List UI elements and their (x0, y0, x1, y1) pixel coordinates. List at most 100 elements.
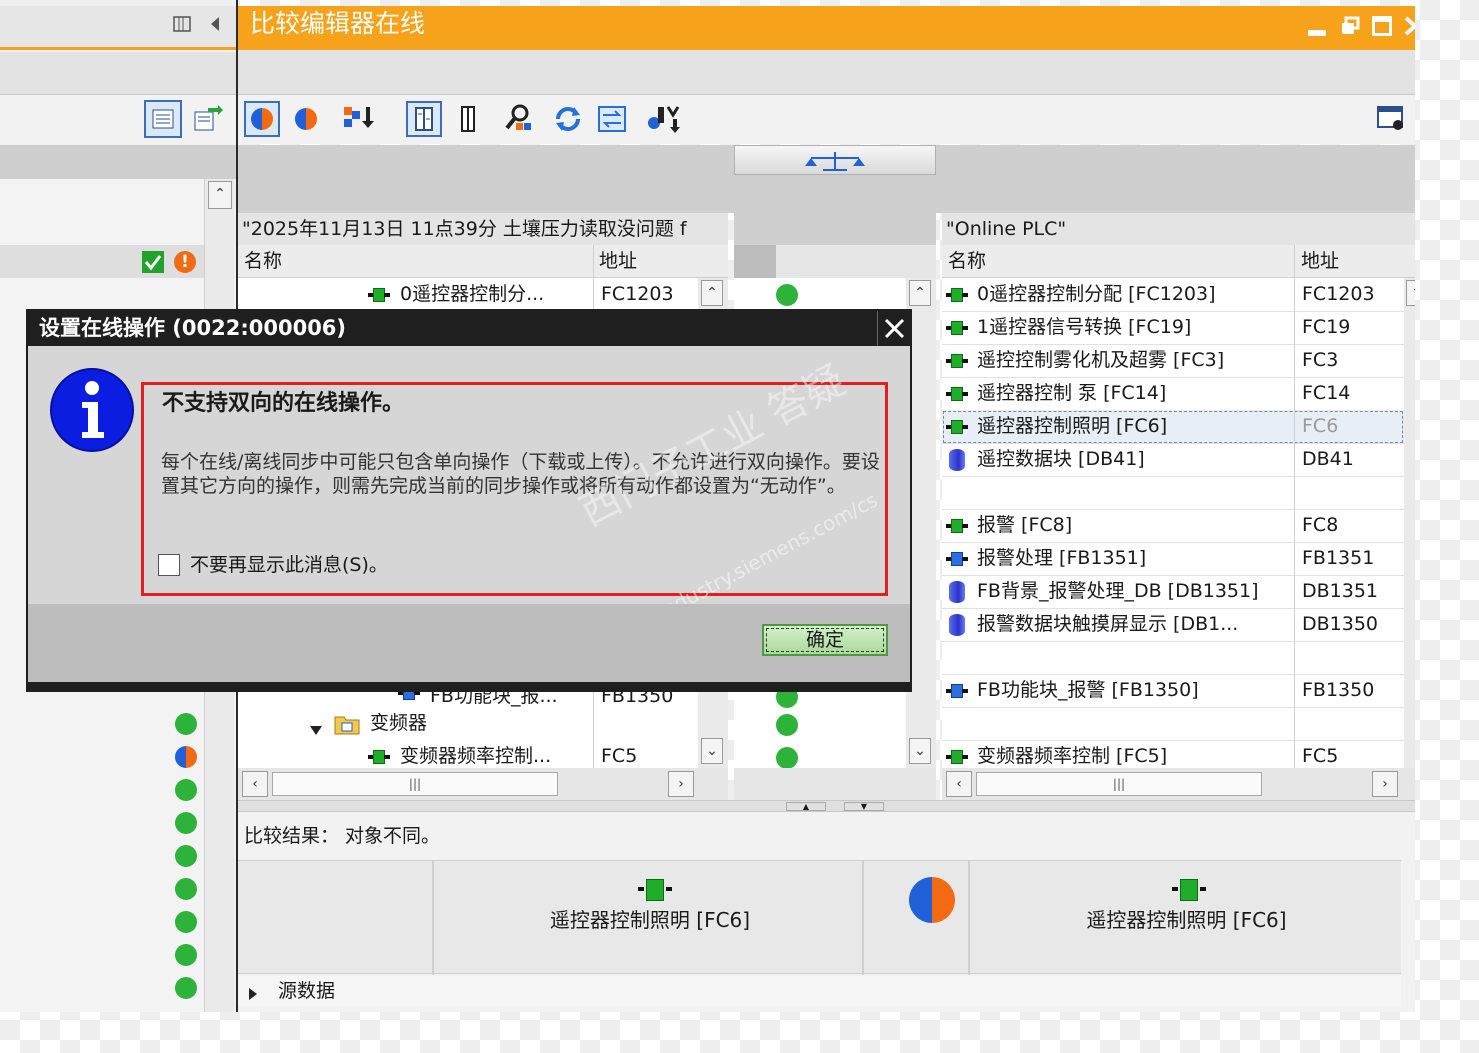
folder-name: 变频器 (370, 712, 428, 734)
close-icon[interactable] (878, 311, 911, 346)
show-different-toggle-icon[interactable] (244, 101, 280, 137)
status-same-icon (776, 747, 798, 769)
scroll-up-button[interactable]: ⌃ (701, 280, 723, 306)
offline-horizontal-scrollbar[interactable]: ‹ ||| › (238, 768, 728, 800)
online-row[interactable] (942, 707, 1404, 741)
online-row[interactable] (942, 476, 1404, 510)
fc-block-icon (946, 387, 968, 401)
column-header-address[interactable]: 地址 (1294, 245, 1404, 278)
result-cell-empty (238, 861, 434, 975)
restore-icon[interactable] (1340, 16, 1360, 36)
result-right-object[interactable]: 遥控器控制照明 [FC6] (972, 861, 1401, 975)
expand-arrow-icon[interactable] (310, 719, 322, 735)
offline-row[interactable]: 0遥控器控制分... FC1203 (238, 278, 698, 311)
scroll-right-button[interactable]: › (1372, 771, 1398, 797)
expand-right-icon[interactable] (248, 984, 258, 1000)
scroll-right-button[interactable]: › (668, 771, 694, 797)
online-row[interactable]: 报警处理 [FB1351] FB1351 (942, 542, 1404, 576)
row-name: 遥控器控制 泵 [FC14] (977, 382, 1167, 404)
row-address: DB1350 (1294, 608, 1412, 641)
row-address: FC14 (1294, 377, 1412, 410)
online-row[interactable]: 遥控数据块 [DB41] DB41 (942, 443, 1404, 477)
column-header-name[interactable]: 名称 (948, 245, 986, 278)
layout-toggle-icon[interactable] (172, 14, 192, 34)
scroll-down-button[interactable]: ⌄ (909, 738, 931, 764)
minimize-icon[interactable] (1308, 30, 1326, 36)
status-same-icon (175, 845, 197, 867)
online-row[interactable] (942, 641, 1404, 675)
dont-show-label: 不要再显示此消息(S)。 (190, 554, 388, 576)
status-same-icon (175, 911, 197, 933)
fc-block-icon (946, 288, 968, 302)
row-address: DB1351 (1294, 575, 1412, 608)
status-warning-icon: ! (174, 251, 196, 273)
splitter-up-button[interactable]: ▲ (786, 802, 826, 811)
scroll-left-button[interactable]: ‹ (946, 771, 972, 797)
column-view-icon[interactable] (450, 101, 486, 137)
splitter-down-button[interactable]: ▼ (844, 802, 884, 811)
dont-show-checkbox[interactable] (158, 554, 180, 576)
online-row[interactable]: 遥控控制雾化机及超雾 [FC3] FC3 (942, 344, 1404, 378)
scroll-thumb[interactable]: ||| (272, 772, 558, 796)
db-block-icon (949, 449, 965, 471)
column-header-address[interactable]: 地址 (593, 245, 698, 278)
scroll-up-button[interactable]: ⌃ (208, 181, 232, 209)
online-horizontal-scrollbar[interactable]: ‹ ||| › (942, 768, 1415, 800)
editor-title-bar: 比较编辑器在线 (238, 6, 1415, 50)
row-address: FB1351 (1294, 542, 1412, 575)
status-same-icon (175, 713, 197, 735)
execute-actions-icon[interactable] (644, 101, 680, 137)
db-block-icon (949, 581, 965, 603)
source-data-row[interactable]: 源数据 (238, 976, 1401, 1006)
online-rows: 0遥控器控制分配 [FC1203] FC1203 1遥控器信号转换 [FC19] FC… (942, 278, 1404, 774)
online-row[interactable]: 遥控器控制照明 [FC6] FC6 (942, 410, 1404, 444)
list-view-icon[interactable] (144, 100, 182, 138)
export-list-icon[interactable] (190, 102, 224, 136)
offline-folder-row[interactable]: 变频器 (238, 707, 698, 740)
editor-subbar (238, 50, 1415, 94)
online-row[interactable]: FB背景_报警处理_DB [DB1351] DB1351 (942, 575, 1404, 609)
online-pane: "Online PLC" 名称 地址 0遥控器控制分配 [FC1203] FC12… (942, 213, 1415, 800)
pane-splitter[interactable]: ▲ ▼ (238, 800, 1415, 812)
column-header-name[interactable]: 名称 (244, 245, 282, 278)
online-row[interactable]: 遥控器控制 泵 [FC14] FC14 (942, 377, 1404, 411)
row-address: FC1203 (1294, 278, 1412, 311)
status-column-header-cell (734, 245, 776, 278)
close-icon[interactable] (1404, 14, 1415, 38)
result-left-object[interactable]: 遥控器控制照明 [FC6] (436, 861, 864, 975)
dialog-message: 每个在线/离线同步中可能只包含单向操作（下载或上传）。不允许进行双向操作。要设置… (161, 451, 880, 497)
scroll-up-button[interactable]: ⌃ (909, 280, 931, 306)
status-different-icon (175, 746, 197, 768)
online-vertical-scrollbar[interactable]: ⌃ (1404, 278, 1415, 768)
status-same-icon (776, 284, 798, 306)
refresh-icon[interactable] (550, 101, 586, 137)
online-row[interactable]: 0遥控器控制分配 [FC1203] FC1203 (942, 278, 1404, 312)
scroll-left-button[interactable]: ‹ (242, 771, 268, 797)
fc-block-icon (1172, 879, 1206, 901)
scroll-down-button[interactable]: ⌄ (701, 738, 723, 764)
fb-block-icon (946, 684, 968, 698)
ok-button[interactable]: 确定 (762, 624, 888, 656)
scroll-thumb[interactable]: ||| (976, 772, 1262, 796)
online-row[interactable]: 报警 [FC8] FC8 (942, 509, 1404, 543)
online-row[interactable]: 报警数据块触摸屏显示 [DB1... DB1350 (942, 608, 1404, 642)
maximize-icon[interactable] (1372, 16, 1392, 36)
fc-block-icon (946, 519, 968, 533)
dialog-close-button[interactable] (877, 311, 910, 346)
online-row[interactable]: 1遥控器信号转换 [FC19] FC19 (942, 311, 1404, 345)
online-row[interactable]: FB功能块_报警 [FB1350] FB1350 (942, 674, 1404, 708)
fc-block-icon (368, 750, 390, 764)
detailed-comparison-icon[interactable] (406, 101, 442, 137)
synchronize-icon[interactable] (340, 101, 376, 137)
folder-icon (334, 713, 360, 735)
row-name (977, 641, 1289, 674)
show-different-icon[interactable] (288, 101, 324, 137)
editor-toolbar (238, 94, 1415, 144)
find-icon[interactable] (500, 101, 536, 137)
source-data-label: 源数据 (278, 980, 336, 1002)
show-properties-icon[interactable] (1374, 101, 1410, 137)
scroll-up-button[interactable]: ⌃ (1406, 280, 1415, 306)
swap-compare-icon[interactable] (594, 101, 630, 137)
status-same-icon (175, 878, 197, 900)
collapse-left-icon[interactable] (206, 14, 224, 34)
